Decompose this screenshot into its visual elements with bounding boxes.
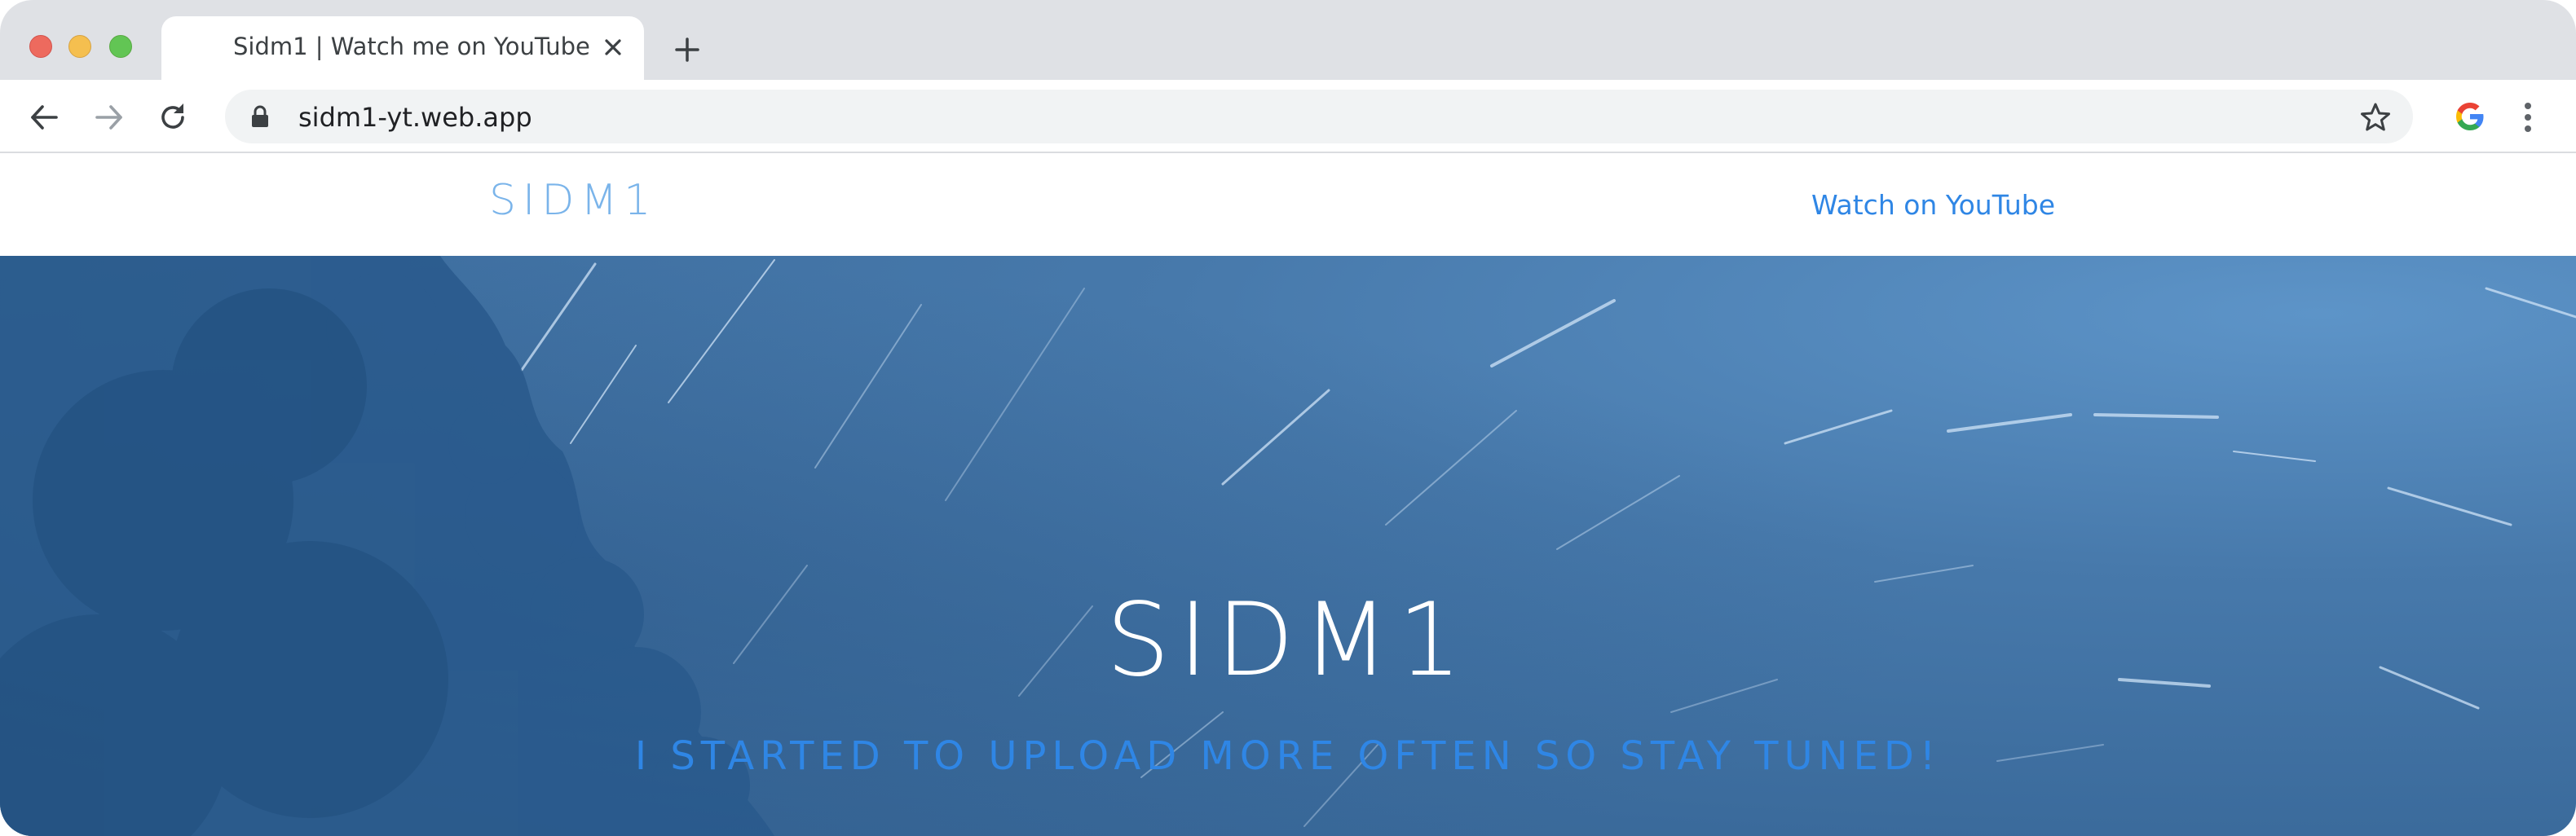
- arrow-right-icon[interactable]: [88, 96, 130, 139]
- url-text: sidm1-yt.web.app: [298, 102, 532, 133]
- watch-on-youtube-link[interactable]: Watch on YouTube: [1811, 189, 2055, 221]
- hero-title: SIDM1: [1105, 582, 1471, 699]
- google-icon[interactable]: [2454, 100, 2486, 133]
- tab-title: Sidm1 | Watch me on YouTube: [233, 33, 590, 60]
- hero-section: SIDM1 I STARTED TO UPLOAD MORE OFTEN SO …: [0, 256, 2576, 836]
- address-bar[interactable]: sidm1-yt.web.app: [225, 90, 2413, 143]
- plus-icon[interactable]: [668, 31, 706, 68]
- hero-subtitle: I STARTED TO UPLOAD MORE OFTEN SO STAY T…: [634, 733, 1942, 779]
- browser-tab-active[interactable]: Sidm1 | Watch me on YouTube: [161, 16, 644, 80]
- arrow-left-icon[interactable]: [23, 96, 65, 139]
- star-icon[interactable]: [2359, 101, 2392, 134]
- kebab-menu-icon[interactable]: [2516, 99, 2540, 135]
- minimize-window-button[interactable]: [68, 35, 91, 58]
- site-brand-link[interactable]: SIDM1: [489, 176, 657, 225]
- maximize-window-button[interactable]: [109, 35, 132, 58]
- reload-icon[interactable]: [152, 96, 194, 139]
- close-window-button[interactable]: [29, 35, 52, 58]
- tab-strip: Sidm1 | Watch me on YouTube: [0, 0, 2576, 80]
- site-navbar: SIDM1 Watch on YouTube: [0, 153, 2576, 256]
- lock-icon: [252, 105, 268, 127]
- close-icon[interactable]: [598, 33, 628, 62]
- browser-window: Sidm1 | Watch me on YouTube sidm1-yt.web…: [0, 0, 2576, 836]
- browser-toolbar: sidm1-yt.web.app: [0, 80, 2576, 153]
